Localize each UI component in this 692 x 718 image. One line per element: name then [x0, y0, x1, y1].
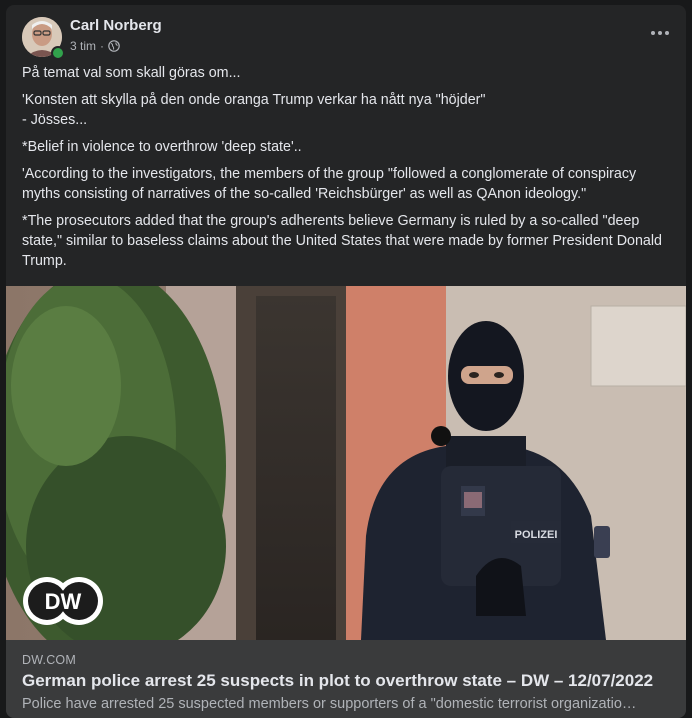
link-domain: DW.COM: [22, 653, 76, 667]
online-status-indicator: [51, 46, 65, 60]
author-name[interactable]: Carl Norberg: [70, 17, 162, 35]
post-paragraph: 'Konsten att skylla på den onde oranga T…: [22, 92, 486, 108]
post-header: Carl Norberg 3 tim ·: [22, 17, 670, 60]
post-paragraph: - Jösses...: [22, 112, 88, 128]
dw-logo: DW: [22, 576, 104, 626]
dw-logo-text: DW: [45, 589, 82, 614]
post-paragraph: *The prosecutors added that the group's …: [22, 213, 663, 269]
post-time[interactable]: 3 tim: [70, 38, 96, 54]
police-badge-text: POLIZEI: [515, 529, 558, 541]
more-options-icon[interactable]: [644, 21, 676, 45]
link-preview[interactable]: DW.COM German police arrest 25 suspects …: [6, 640, 686, 718]
link-title[interactable]: German police arrest 25 suspects in plot…: [22, 671, 653, 691]
post-body: På temat val som skall göras om... 'Kons…: [22, 63, 670, 278]
globe-icon[interactable]: [108, 40, 120, 52]
link-description: Police have arrested 25 suspected member…: [22, 696, 637, 712]
post-card: Carl Norberg 3 tim · På temat val som sk…: [6, 5, 686, 718]
article-photo[interactable]: POLIZEI DW: [6, 286, 686, 640]
post-paragraph: 'According to the investigators, the mem…: [22, 166, 637, 202]
meta-separator: ·: [100, 39, 105, 53]
post-paragraph: På temat val som skall göras om...: [22, 65, 241, 81]
post-meta: 3 tim ·: [70, 38, 120, 54]
post-paragraph: *Belief in violence to overthrow 'deep s…: [22, 139, 302, 155]
